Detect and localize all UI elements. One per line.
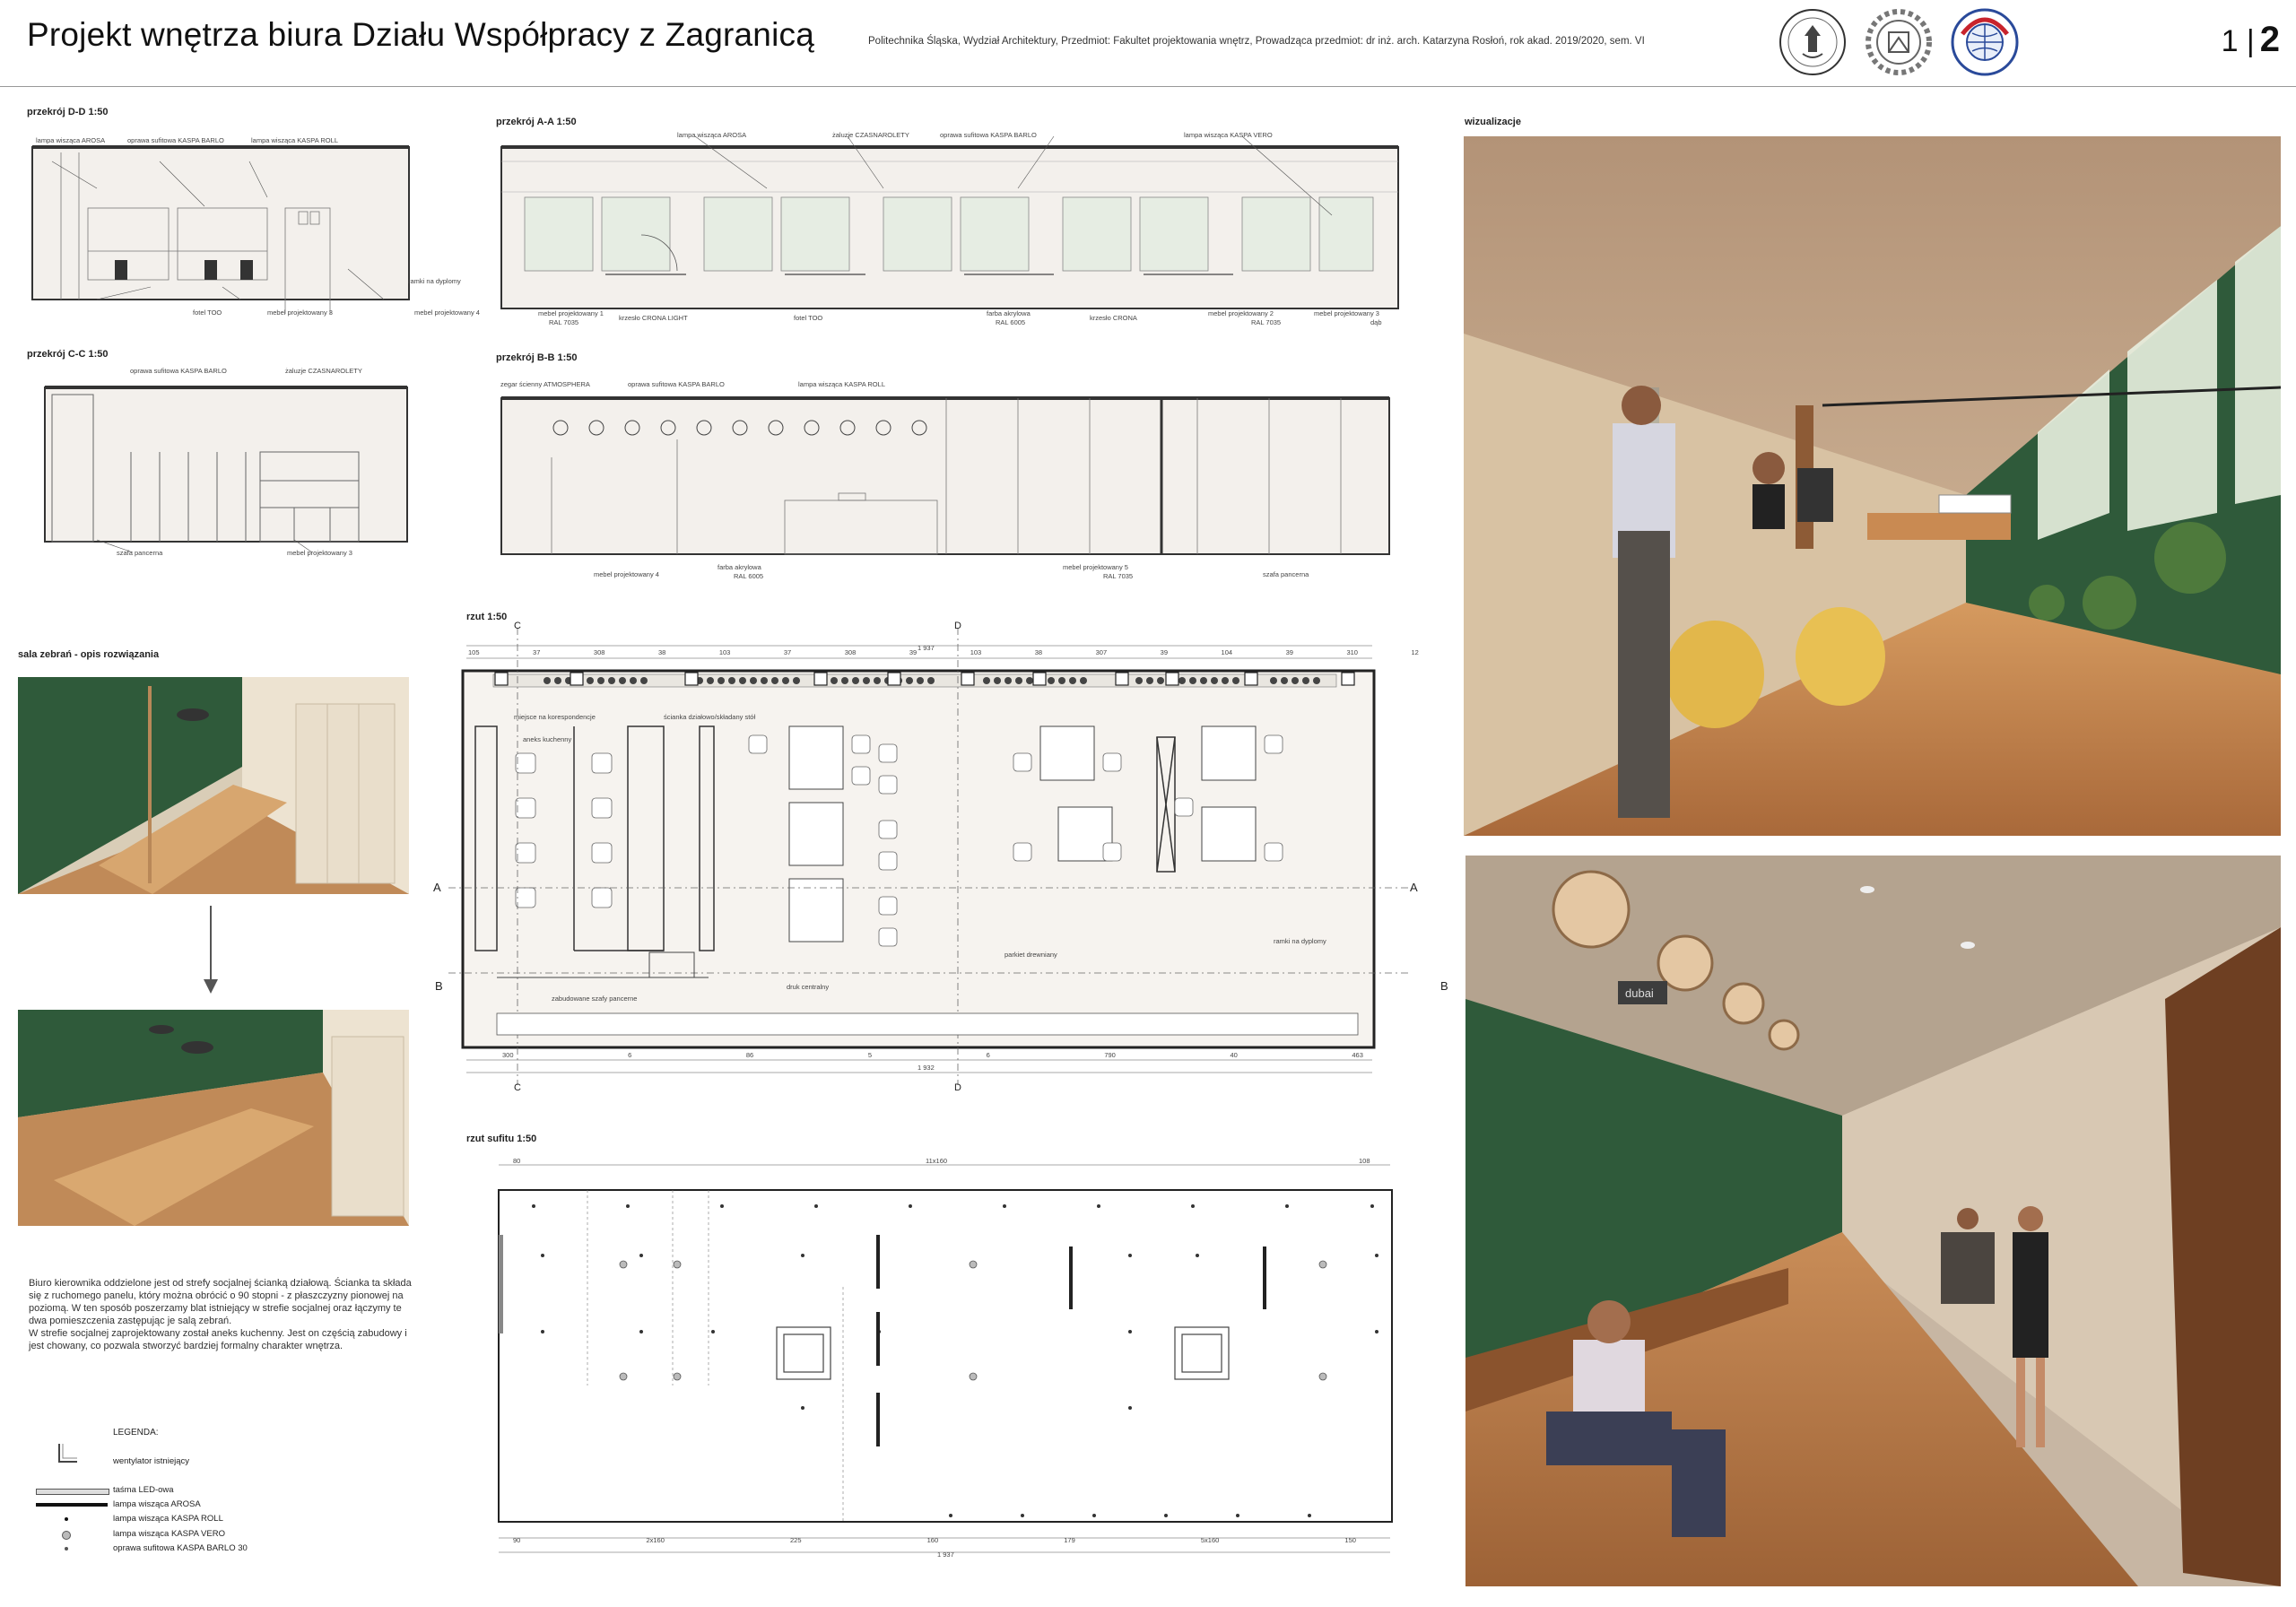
section-aa-drawing bbox=[498, 135, 1431, 323]
header-info: Politechnika Śląska, Wydział Architektur… bbox=[868, 36, 1645, 47]
aa-label-mebel3: mebel projektowany 3 bbox=[1314, 309, 1379, 317]
fan-icon bbox=[54, 1442, 81, 1471]
legend-fan: wentylator istniejący bbox=[113, 1456, 190, 1466]
bb-label-roll: lampa wisząca KASPA ROLL bbox=[798, 380, 885, 388]
aa-label-blinds: żaluzje CZASNAROLETY bbox=[832, 131, 909, 139]
axis-c-bottom: C bbox=[514, 1082, 521, 1093]
page-number: 1 | 2 bbox=[2221, 20, 2280, 59]
arrow-shaft bbox=[210, 906, 212, 983]
office-render-2: dubai bbox=[1465, 856, 2281, 1586]
legend-led: taśma LED-owa bbox=[113, 1485, 174, 1495]
aa-label-fotel: fotel TOO bbox=[794, 314, 823, 322]
bb-label-mebel5-ral: RAL 7035 bbox=[1103, 572, 1134, 580]
ceiling-dim-left: 80 bbox=[513, 1157, 521, 1165]
section-dd-drawing bbox=[25, 135, 420, 352]
dd-label-barlo: oprawa sufitowa KASPA BARLO bbox=[127, 136, 224, 144]
legend-barlo: oprawa sufitowa KASPA BARLO 30 bbox=[113, 1543, 248, 1553]
legend-arosa: lampa wisząca AROSA bbox=[113, 1499, 201, 1509]
legend-roll: lampa wisząca KASPA ROLL bbox=[113, 1514, 223, 1524]
section-aa-title: przekrój A-A 1:50 bbox=[496, 117, 577, 127]
section-cc-drawing bbox=[25, 373, 420, 553]
axis-a-left: A bbox=[433, 881, 441, 894]
ceiling-plan-drawing bbox=[484, 1152, 1435, 1565]
bb-label-paint-ral: RAL 6005 bbox=[734, 572, 764, 580]
aa-label-vero: lampa wisząca KASPA VERO bbox=[1184, 131, 1273, 139]
dd-label-frames: ramki na dyplomy bbox=[408, 277, 461, 285]
vero-lamp-icon bbox=[62, 1531, 71, 1540]
axis-d-top: D bbox=[954, 621, 961, 631]
bb-label-safe: szafa pancerna bbox=[1263, 570, 1309, 578]
meeting-room-render-after bbox=[18, 1010, 409, 1226]
cc-label-safe: szafa pancerna bbox=[117, 549, 163, 557]
section-dd-title: przekrój D-D 1:50 bbox=[27, 107, 109, 117]
legend-vero: lampa wisząca KASPA VERO bbox=[113, 1529, 225, 1539]
mobility-office-logo bbox=[1950, 7, 2020, 77]
axis-c-top: C bbox=[514, 621, 521, 631]
meeting-room-render-before bbox=[18, 677, 409, 894]
aa-label-crona: krzesło CRONA bbox=[1090, 314, 1137, 322]
plan-label-printer: druk centralny bbox=[787, 983, 830, 991]
arrow-down-icon bbox=[204, 979, 218, 994]
plan-label-kitchen: aneks kuchenny bbox=[523, 735, 572, 743]
floor-plan-drawing bbox=[430, 619, 1444, 1103]
cc-label-mebel3: mebel projektowany 3 bbox=[287, 549, 352, 557]
bb-label-barlo: oprawa sufitowa KASPA BARLO bbox=[628, 380, 725, 388]
plan-label-partition: ścianka działowo/składany stół bbox=[664, 713, 756, 721]
legend-title: LEGENDA: bbox=[113, 1428, 159, 1438]
arosa-lamp-icon bbox=[36, 1503, 108, 1507]
section-cc-title: przekrój C-C 1:50 bbox=[27, 349, 109, 360]
ceiling-dim-mid: 11x160 bbox=[926, 1157, 948, 1165]
dd-label-fotel: fotel TOO bbox=[193, 308, 222, 317]
section-bb-drawing bbox=[498, 386, 1404, 560]
page-title: Projekt wnętrza biura Działu Współpracy … bbox=[27, 16, 814, 53]
visualizations-title: wizualizacje bbox=[1465, 117, 1521, 127]
bb-label-mebel5: mebel projektowany 5 bbox=[1063, 563, 1128, 571]
meeting-room-title: sala zebrań - opis rozwiązania bbox=[18, 649, 160, 660]
header-divider bbox=[0, 86, 2296, 87]
bb-label-paint: farba akrylowa bbox=[718, 563, 761, 571]
sign-dubai: dubai bbox=[1625, 986, 1654, 1000]
plan-label-correspondence: miejsce na korespondencje bbox=[514, 713, 596, 721]
aa-label-mebel3-oak: dąb bbox=[1370, 318, 1382, 326]
ceiling-plan-title: rzut sufitu 1:50 bbox=[466, 1134, 537, 1144]
led-strip-icon bbox=[36, 1489, 109, 1495]
section-bb-title: przekrój B-B 1:50 bbox=[496, 352, 578, 363]
aa-label-paint: farba akrylowa bbox=[987, 309, 1031, 317]
office-render-1 bbox=[1464, 136, 2281, 836]
faculty-gear-logo bbox=[1864, 7, 1934, 77]
plan-label-safes: zabudowane szafy pancerne bbox=[552, 995, 638, 1003]
bb-label-clock: zegar ścienny ATMOSPHERA bbox=[500, 380, 590, 388]
dd-label-mebel4: mebel projektowany 4 bbox=[414, 308, 480, 317]
plan-bottom-dims: 300 6 86 5 6 790 40 463 bbox=[502, 1051, 1363, 1059]
plan-label-frames: ramki na dyplomy bbox=[1274, 937, 1326, 945]
barlo-icon bbox=[65, 1547, 68, 1551]
aa-label-mebel2-ral: RAL 7035 bbox=[1251, 318, 1282, 326]
ceiling-total: 1 937 bbox=[937, 1551, 954, 1559]
plan-label-parquet: parkiet drewniany bbox=[1004, 951, 1057, 959]
ceiling-dim-right: 108 bbox=[1359, 1157, 1370, 1165]
axis-d-bottom: D bbox=[954, 1082, 961, 1093]
aa-label-crona-light: krzesło CRONA LIGHT bbox=[619, 314, 688, 322]
axis-b-left: B bbox=[435, 979, 443, 993]
bb-label-mebel4: mebel projektowany 4 bbox=[594, 570, 659, 578]
dd-label-mebel3: mebel projektowany 3 bbox=[267, 308, 333, 317]
dd-label-roll: lampa wisząca KASPA ROLL bbox=[251, 136, 338, 144]
university-seal-logo bbox=[1778, 7, 1848, 77]
cc-label-blinds: żaluzje CZASNAROLETY bbox=[285, 367, 362, 375]
dd-label-arosa: lampa wisząca AROSA bbox=[36, 136, 106, 144]
axis-b-right: B bbox=[1440, 979, 1448, 993]
aa-label-arosa: lampa wisząca AROSA bbox=[677, 131, 747, 139]
roll-lamp-icon bbox=[65, 1517, 68, 1521]
cc-label-barlo: oprawa sufitowa KASPA BARLO bbox=[130, 367, 227, 375]
aa-label-barlo: oprawa sufitowa KASPA BARLO bbox=[940, 131, 1037, 139]
plan-top-dims: 105 37 308 38 103 37 308 39 103 38 307 39 104 39 31… bbox=[468, 648, 1419, 656]
aa-label-mebel1: mebel projektowany 1 bbox=[538, 309, 604, 317]
ceiling-bottom-dims: 90 2x160 225 160 179 5x160 150 bbox=[513, 1536, 1356, 1544]
aa-label-paint-ral: RAL 6005 bbox=[996, 318, 1026, 326]
aa-label-mebel1-ral: RAL 7035 bbox=[549, 318, 579, 326]
meeting-room-description: Biuro kierownika oddzielone jest od stre… bbox=[29, 1278, 412, 1352]
aa-label-mebel2: mebel projektowany 2 bbox=[1208, 309, 1274, 317]
axis-a-right: A bbox=[1410, 881, 1418, 894]
plan-total-bottom: 1 932 bbox=[918, 1064, 935, 1072]
